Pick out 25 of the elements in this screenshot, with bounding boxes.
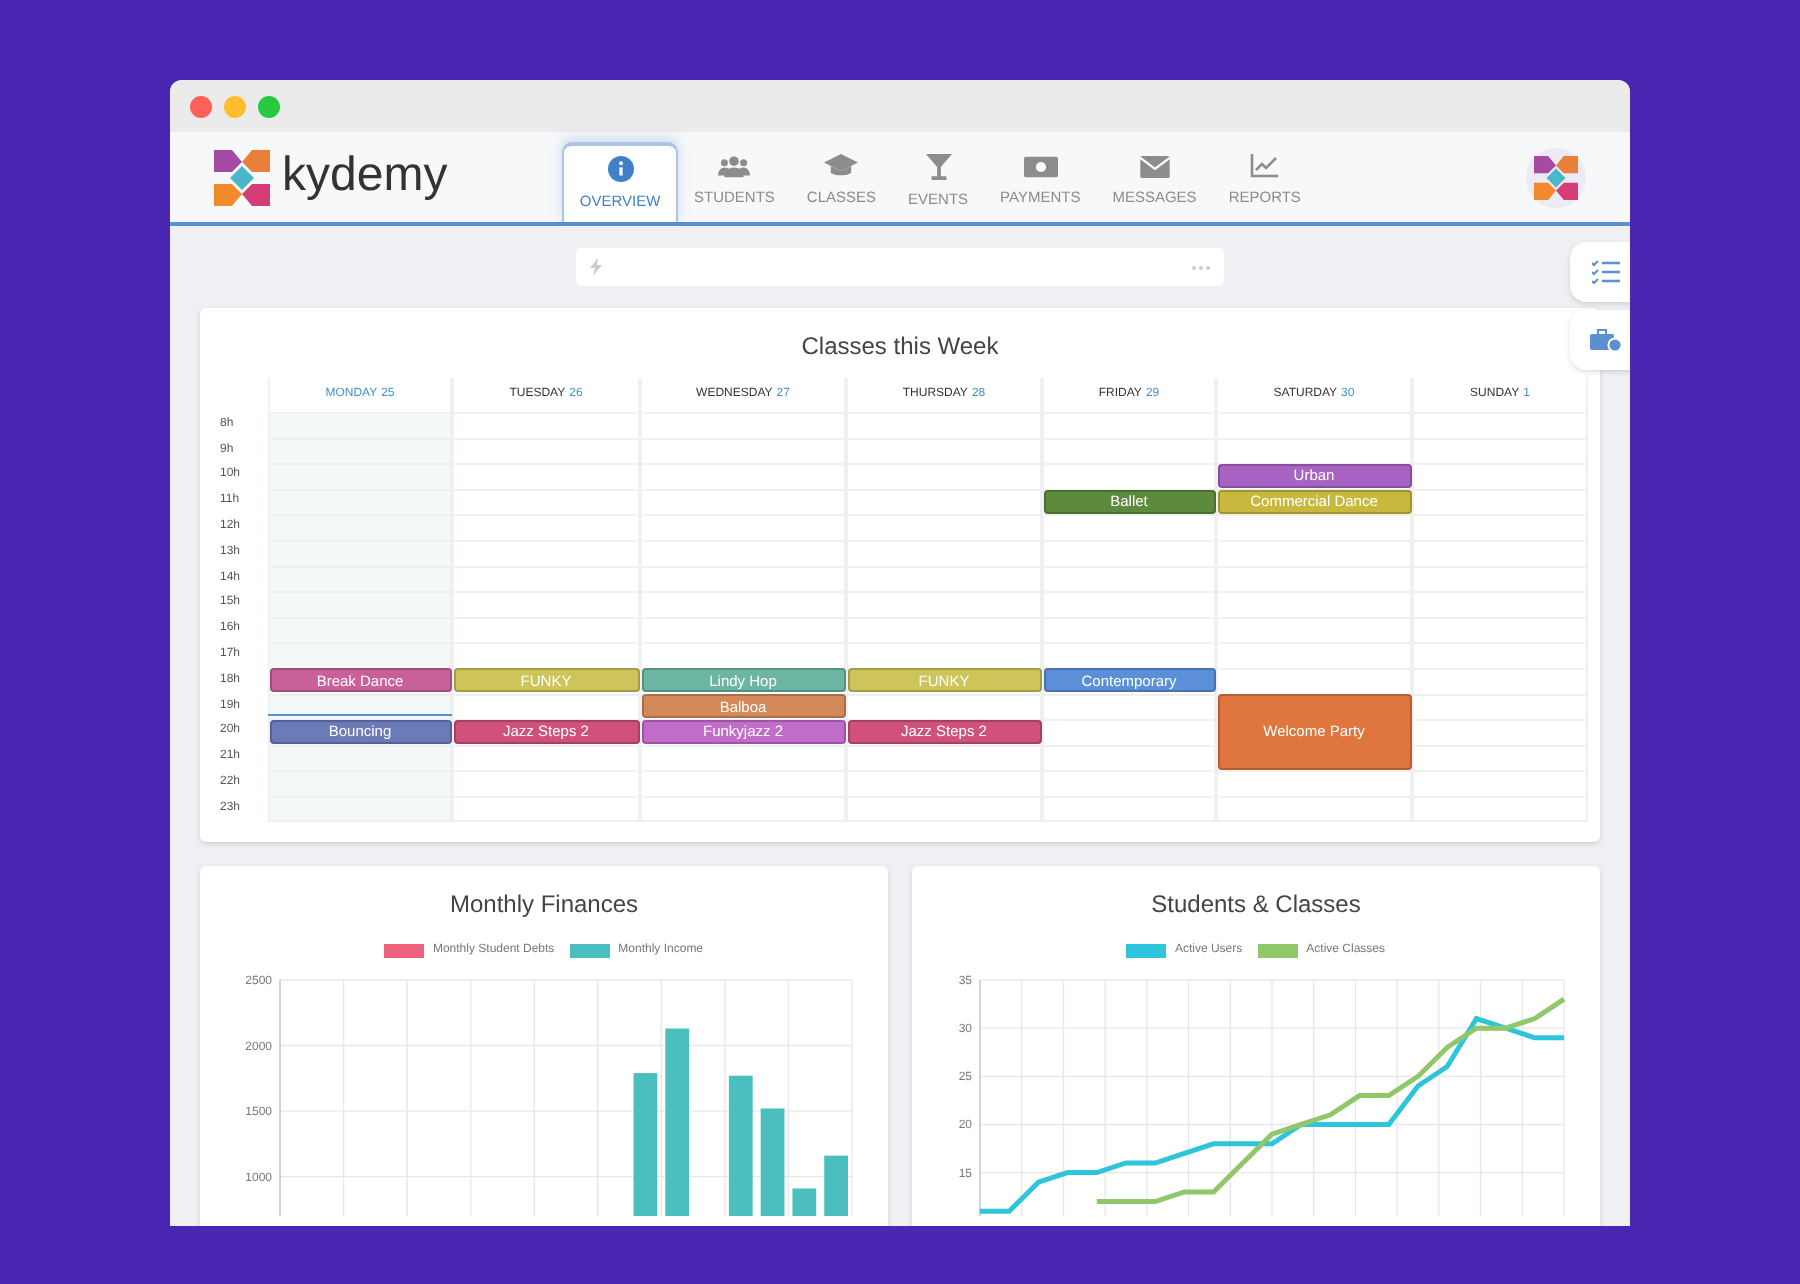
brand-name: kydemy [282, 151, 448, 203]
search-field[interactable] [576, 248, 1224, 286]
line-chart-icon [1250, 154, 1279, 179]
bar [728, 1075, 753, 1216]
info-icon [607, 155, 633, 182]
briefcase-clock-icon [1590, 328, 1622, 352]
bolt-icon [590, 258, 602, 276]
envelope-icon [1139, 155, 1170, 178]
banknote-icon [1023, 155, 1058, 178]
checklist-icon [1592, 260, 1620, 284]
card-title: Classes this Week [799, 330, 1001, 364]
users-icon [718, 154, 751, 179]
bar [792, 1188, 817, 1216]
avatar-logo [1534, 155, 1578, 199]
cocktail-glass-icon [925, 153, 952, 180]
user-avatar[interactable] [1526, 147, 1586, 207]
card-title: Monthly Finances [449, 888, 639, 922]
briefcase-button[interactable] [1570, 310, 1630, 370]
bar [633, 1073, 658, 1216]
bar [760, 1108, 785, 1216]
graduation-cap-icon [824, 154, 859, 179]
bar [824, 1155, 848, 1216]
checklist-button[interactable] [1570, 242, 1630, 302]
kydemy-logo [214, 149, 270, 205]
card-title: Students & Classes [1151, 888, 1361, 922]
